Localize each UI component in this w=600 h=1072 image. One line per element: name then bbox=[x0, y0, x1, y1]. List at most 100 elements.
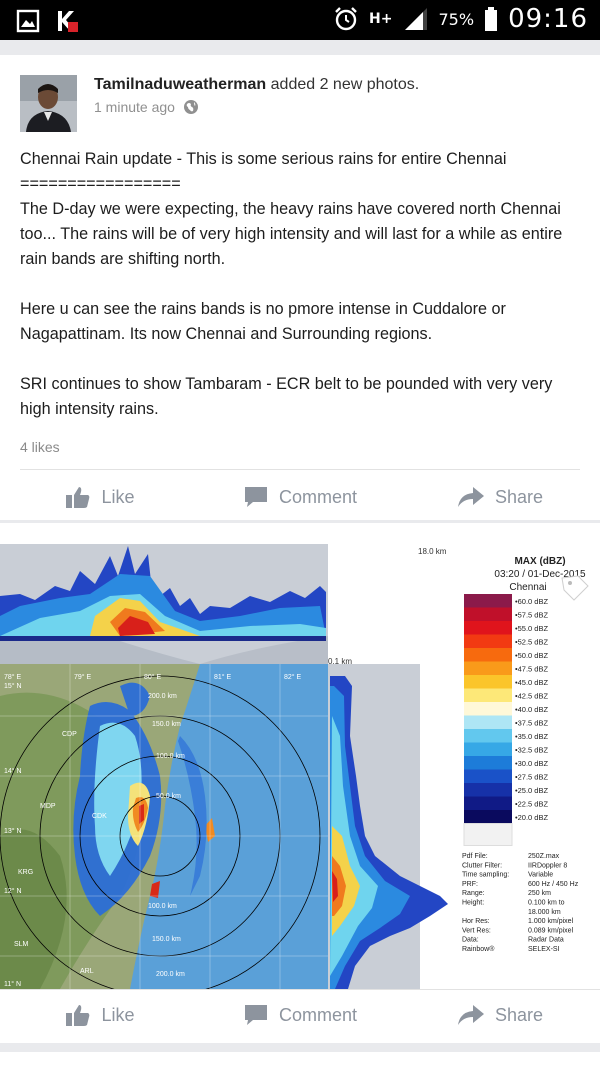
range-label: 200.0 km bbox=[148, 693, 177, 700]
post-paragraph: Chennai Rain update - This is some serio… bbox=[20, 150, 563, 268]
like-label: Like bbox=[101, 486, 135, 507]
legend-swatch bbox=[464, 756, 512, 770]
comment-label: Comment bbox=[278, 1004, 358, 1025]
legend-label: •60.0 dBZ bbox=[515, 597, 548, 606]
comment-button[interactable]: Comment bbox=[200, 472, 400, 522]
legend-swatch bbox=[464, 715, 512, 729]
info-value: 18.000 km bbox=[528, 909, 561, 916]
legend-swatch bbox=[464, 729, 512, 743]
lat-label: 12° N bbox=[4, 887, 22, 895]
legend-label: •27.5 dBZ bbox=[515, 773, 548, 782]
legend-swatch bbox=[464, 810, 512, 824]
place-label: CDP bbox=[62, 731, 77, 738]
comment-icon bbox=[244, 487, 267, 507]
clock: 09:16 bbox=[508, 4, 588, 34]
place-label: MDP bbox=[40, 803, 56, 810]
post-action-bar: Like Comment Share bbox=[0, 472, 600, 522]
legend-label: •20.0 dBZ bbox=[515, 813, 548, 822]
lon-label: 79° E bbox=[74, 673, 92, 681]
legend-swatch bbox=[464, 783, 512, 797]
lon-label: 81° E bbox=[214, 673, 232, 681]
alarm-icon bbox=[335, 7, 357, 31]
globe-icon bbox=[183, 100, 198, 114]
kaspersky-notification-icon bbox=[58, 11, 78, 32]
like-button[interactable]: Like bbox=[0, 990, 200, 1040]
info-value: 600 Hz / 450 Hz bbox=[528, 881, 579, 888]
info-value: 250 km bbox=[528, 890, 551, 897]
lat-label: 15° N bbox=[4, 682, 22, 690]
height-top-label: 18.0 km bbox=[418, 547, 447, 556]
radar-map: 78° E 79° E 80° E 81° E 82° E 15° N 14° … bbox=[0, 664, 328, 989]
info-key: Data: bbox=[462, 937, 479, 944]
divider bbox=[20, 469, 580, 470]
battery-percent: 75% bbox=[438, 9, 475, 29]
likes-count[interactable]: 4 likes bbox=[20, 439, 60, 455]
avatar[interactable] bbox=[20, 75, 77, 132]
legend-label: •45.0 dBZ bbox=[515, 678, 548, 687]
info-value: Variable bbox=[528, 872, 553, 879]
legend-swatch bbox=[464, 688, 512, 702]
status-bar-system: H+ 75% 09:16 bbox=[333, 4, 588, 34]
share-icon bbox=[457, 1005, 484, 1025]
profile-photo-icon bbox=[20, 75, 77, 132]
legend-label: •52.5 dBZ bbox=[515, 638, 548, 647]
lat-label: 11° N bbox=[4, 980, 21, 988]
info-value: 250Z.max bbox=[528, 853, 560, 860]
status-bar: H+ 75% 09:16 bbox=[0, 0, 600, 40]
legend-label: •30.0 dBZ bbox=[515, 759, 548, 768]
lat-label: 14° N bbox=[4, 767, 22, 775]
share-button[interactable]: Share bbox=[400, 472, 600, 522]
info-value: Radar Data bbox=[528, 937, 564, 944]
place-label: ARL bbox=[80, 968, 94, 975]
post-timestamp[interactable]: 1 minute ago bbox=[94, 99, 175, 115]
legend-swatch bbox=[464, 607, 512, 621]
radar-image: 0.1 km 18.0 km 78° E 79° E 80° E 81° E 8… bbox=[0, 536, 600, 989]
post-card: Tamilnaduweatherman added 2 new photos. … bbox=[0, 55, 600, 520]
legend-label: •40.0 dBZ bbox=[515, 705, 548, 714]
info-key: PRF: bbox=[462, 881, 478, 888]
legend-title: MAX (dBZ) bbox=[514, 556, 565, 567]
range-label: 100.0 km bbox=[156, 753, 185, 760]
place-label: CDK bbox=[92, 813, 107, 820]
post-action-text: added 2 new photos. bbox=[270, 76, 420, 93]
share-icon bbox=[457, 487, 484, 507]
comment-icon bbox=[244, 1005, 267, 1025]
lon-label: 78° E bbox=[4, 673, 22, 681]
post-paragraph: Here u can see the rains bands is no pmo… bbox=[20, 300, 511, 343]
info-key: Hor Res: bbox=[462, 918, 490, 925]
legend-swatch bbox=[464, 769, 512, 783]
photo-card: 0.1 km 18.0 km 78° E 79° E 80° E 81° E 8… bbox=[0, 523, 600, 1043]
range-label: 50.0 km bbox=[156, 793, 181, 800]
legend-label: •32.5 dBZ bbox=[515, 746, 548, 755]
like-button[interactable]: Like bbox=[0, 472, 200, 522]
legend-label: •22.5 dBZ bbox=[515, 800, 548, 809]
lon-label: 80° E bbox=[144, 673, 162, 681]
place-label: KRG bbox=[18, 869, 33, 876]
info-key: Clutter Filter: bbox=[462, 862, 502, 869]
legend-swatch bbox=[464, 634, 512, 648]
post-meta: 1 minute ago bbox=[94, 99, 199, 115]
legend-label: •57.5 dBZ bbox=[515, 611, 548, 620]
like-label: Like bbox=[101, 1004, 135, 1025]
legend-label: •42.5 dBZ bbox=[515, 692, 548, 701]
legend-label: •25.0 dBZ bbox=[515, 786, 548, 795]
legend-nodata-swatch bbox=[463, 823, 513, 846]
legend-swatch bbox=[464, 675, 512, 689]
info-key: Height: bbox=[462, 900, 484, 907]
info-key: Range: bbox=[462, 890, 485, 897]
next-photo-card[interactable] bbox=[0, 1052, 600, 1072]
legend-swatch bbox=[464, 594, 512, 608]
legend-label: •55.0 dBZ bbox=[515, 624, 548, 633]
radar-station: Chennai bbox=[509, 582, 546, 593]
info-key: Vert Res: bbox=[462, 927, 491, 934]
info-value: 1.000 km/pixel bbox=[528, 918, 574, 925]
share-button[interactable]: Share bbox=[400, 990, 600, 1040]
legend-label: •35.0 dBZ bbox=[515, 732, 548, 741]
comment-button[interactable]: Comment bbox=[200, 990, 400, 1040]
lon-label: 82° E bbox=[284, 673, 302, 681]
legend-label: •47.5 dBZ bbox=[515, 665, 548, 674]
author-name[interactable]: Tamilnaduweatherman bbox=[94, 76, 266, 93]
info-value: 0.100 km to bbox=[528, 900, 565, 907]
radar-photo[interactable]: 0.1 km 18.0 km 78° E 79° E 80° E 81° E 8… bbox=[0, 536, 600, 989]
legend-swatch bbox=[464, 648, 512, 662]
